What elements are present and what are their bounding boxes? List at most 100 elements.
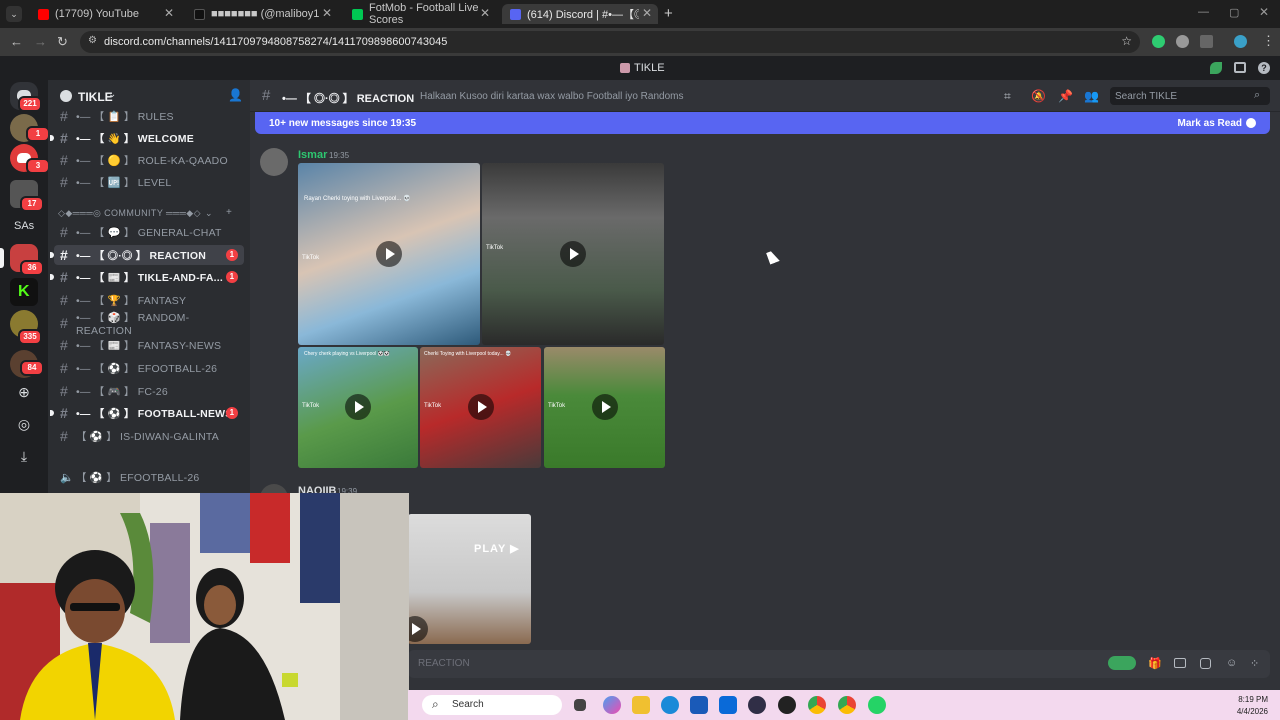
clock-date: 4/4/2026 xyxy=(1236,707,1268,716)
reload-icon[interactable]: ↻ xyxy=(57,34,68,50)
mention-badge: 1 xyxy=(226,407,238,419)
minimize-icon[interactable]: — xyxy=(1198,6,1209,18)
app-icon[interactable] xyxy=(778,696,796,714)
play-icon[interactable] xyxy=(376,241,402,267)
new-messages-bar[interactable]: 10+ new messages since 19:35 Mark as Rea… xyxy=(255,112,1270,134)
close-tab-icon[interactable]: ✕ xyxy=(480,6,490,20)
task-view-icon[interactable] xyxy=(574,699,586,711)
back-icon[interactable]: ← xyxy=(10,34,23,49)
search-input[interactable]: Search TIKLE ⌕ xyxy=(1110,87,1270,105)
close-tab-icon[interactable]: ✕ xyxy=(164,6,174,20)
member-list-icon[interactable]: 👥 xyxy=(1084,89,1099,103)
forward-icon[interactable]: → xyxy=(34,34,47,49)
play-icon[interactable] xyxy=(592,394,618,420)
new-tab-button[interactable]: + xyxy=(664,5,673,22)
video-attachment[interactable]: PLAY ▶ xyxy=(408,514,531,644)
add-channel-icon[interactable]: + xyxy=(226,207,232,218)
invite-people-icon[interactable]: 👤 xyxy=(228,88,243,102)
channel-fantasy-news[interactable]: # •— 【 📰 】 FANTASY-NEWS xyxy=(54,335,244,355)
webcam-overlay xyxy=(0,493,409,720)
threads-icon[interactable]: ⌗ xyxy=(1004,89,1011,104)
channel-efootball-26[interactable]: # •— 【 ⚽ 】 EFOOTBALL-26 xyxy=(54,358,244,378)
tab-youtube[interactable]: (17709) YouTube ✕ xyxy=(30,4,180,24)
video-attachment[interactable]: TikTok xyxy=(544,347,665,468)
channel-topic[interactable]: Halkaan Kusoo diri kartaa wax walbo Foot… xyxy=(420,91,683,102)
tab-tiktok[interactable]: ■■■■■■■ (@maliboy1... ✕ xyxy=(186,4,338,24)
app-launcher-icon[interactable] xyxy=(1108,656,1136,670)
add-server-icon[interactable]: ⊕ xyxy=(14,382,34,402)
system-clock[interactable]: 8:19 PM 4/4/2026 xyxy=(1237,694,1268,718)
puzzle-extensions-icon[interactable] xyxy=(1200,35,1213,48)
url-text: discord.com/channels/1411709794808758274… xyxy=(104,36,448,48)
extension-icon[interactable] xyxy=(1176,35,1189,48)
channel-welcome[interactable]: # •— 【 👋 】 WELCOME xyxy=(50,128,244,148)
download-icon[interactable]: ⤓ xyxy=(14,446,34,466)
copilot-icon[interactable] xyxy=(603,696,621,714)
channel-fantasy[interactable]: # •— 【 🏆 】 FANTASY xyxy=(54,290,244,310)
channel-general-chat[interactable]: # •— 【 💬 】 GENERAL-CHAT xyxy=(54,222,244,242)
tab-fotmob[interactable]: FotMob - Football Live Scores ✕ xyxy=(344,2,496,26)
voice-channel-efootball-26[interactable]: 🔈 【 ⚽ 】 EFOOTBALL-26 xyxy=(54,467,244,487)
play-icon[interactable] xyxy=(408,616,428,642)
channel-is-diwan-galinta[interactable]: # 【 ⚽ 】 IS-DIWAN-GALINTA xyxy=(54,426,244,446)
message-input[interactable]: REACTION 🎁 ☺ ⁘ xyxy=(408,650,1270,678)
tab-search-dropdown-icon[interactable]: ⌄ xyxy=(6,6,22,22)
obs-icon[interactable] xyxy=(748,696,766,714)
webcam-picture xyxy=(0,493,409,720)
gif-icon[interactable] xyxy=(1174,658,1186,668)
taskbar-search[interactable]: ⌕ Search xyxy=(422,695,562,715)
site-info-icon[interactable]: ⚙ xyxy=(88,35,97,46)
whatsapp-icon[interactable] xyxy=(868,696,886,714)
help-icon[interactable]: ? xyxy=(1258,62,1270,74)
discover-compass-icon[interactable]: ◎ xyxy=(14,414,34,434)
category-community[interactable]: ◇◆═══◎ COMMUNITY ═══◆◇ ⌄ + xyxy=(58,207,232,219)
outlook-icon[interactable] xyxy=(719,696,737,714)
video-attachment[interactable]: Cherki Toying with Liverpool today... 💀 … xyxy=(420,347,541,468)
tab-discord[interactable]: (614) Discord | #•—【◎·◎】RE... ✕ xyxy=(502,4,658,24)
author-name[interactable]: Ismar xyxy=(298,149,327,161)
close-window-icon[interactable]: ✕ xyxy=(1259,5,1269,19)
file-explorer-icon[interactable] xyxy=(632,696,650,714)
channel-football-news[interactable]: # •— 【 ⚽ 】 FOOTBALL-NEWS 1 xyxy=(50,403,244,423)
emoji-icon[interactable]: ☺ xyxy=(1226,657,1237,669)
address-bar[interactable]: ⚙ discord.com/channels/14117097948087582… xyxy=(80,31,1140,53)
inbox-icon[interactable] xyxy=(1234,62,1246,73)
shield-extension-icon[interactable] xyxy=(1152,35,1165,48)
channel-random-reaction[interactable]: # •— 【 🎲 】 RANDOM-REACTION xyxy=(54,312,244,337)
play-icon[interactable] xyxy=(468,394,494,420)
play-icon[interactable] xyxy=(560,241,586,267)
pin-icon[interactable]: 📌 xyxy=(1058,89,1073,103)
server-sas[interactable]: SAs xyxy=(10,212,38,240)
chrome-icon[interactable] xyxy=(808,696,826,714)
profile-avatar-icon[interactable] xyxy=(1234,35,1247,48)
edge-icon[interactable] xyxy=(661,696,679,714)
bookmark-star-icon[interactable]: ☆ xyxy=(1121,34,1132,48)
hash-icon: # xyxy=(60,224,68,240)
play-icon[interactable] xyxy=(345,394,371,420)
tab-label: ■■■■■■■ (@maliboy1... xyxy=(211,8,319,20)
video-attachment[interactable]: TikTok xyxy=(482,163,664,345)
sticker-icon[interactable] xyxy=(1200,658,1211,669)
kick-logo-icon: K xyxy=(18,283,30,300)
server-icon[interactable]: K xyxy=(10,278,38,306)
channel-tikle-and-fa[interactable]: # •— 【 📰 】 TIKLE-AND-FA... 1 xyxy=(50,267,244,287)
channel-fc-26[interactable]: # •— 【 🎮 】 FC-26 xyxy=(54,381,244,401)
avatar[interactable] xyxy=(260,148,288,176)
gift-icon[interactable]: 🎁 xyxy=(1148,657,1162,670)
store-icon[interactable] xyxy=(690,696,708,714)
apps-icon[interactable]: ⁘ xyxy=(1250,657,1259,670)
maximize-icon[interactable]: ▢ xyxy=(1229,6,1239,19)
close-tab-icon[interactable]: ✕ xyxy=(322,6,332,20)
close-tab-icon[interactable]: ✕ xyxy=(642,6,652,20)
channel-role-ka-qaado[interactable]: # •— 【 🟡 】 ROLE-KA-QAADO xyxy=(54,150,244,170)
nitro-leaf-icon[interactable] xyxy=(1210,62,1222,74)
browser-menu-icon[interactable]: ⋮ xyxy=(1262,33,1275,49)
video-attachment[interactable]: Chery cherk playing vs Liverpool 🐼🐼 TikT… xyxy=(298,347,418,468)
chrome-icon[interactable] xyxy=(838,696,856,714)
channel-rules[interactable]: # •— 【 📋 】 RULES xyxy=(54,106,244,126)
channel-reaction[interactable]: # •— 【 ◎·◎ 】 REACTION 1 xyxy=(50,245,244,265)
channel-level[interactable]: # •— 【 🆙 】 LEVEL xyxy=(54,172,244,192)
notification-mute-icon[interactable]: 🔕 xyxy=(1031,89,1046,103)
video-attachment[interactable]: Rayan Cherki toying with Liverpool... 💀 … xyxy=(298,163,480,345)
mark-as-read-button[interactable]: Mark as Read xyxy=(1178,118,1242,129)
